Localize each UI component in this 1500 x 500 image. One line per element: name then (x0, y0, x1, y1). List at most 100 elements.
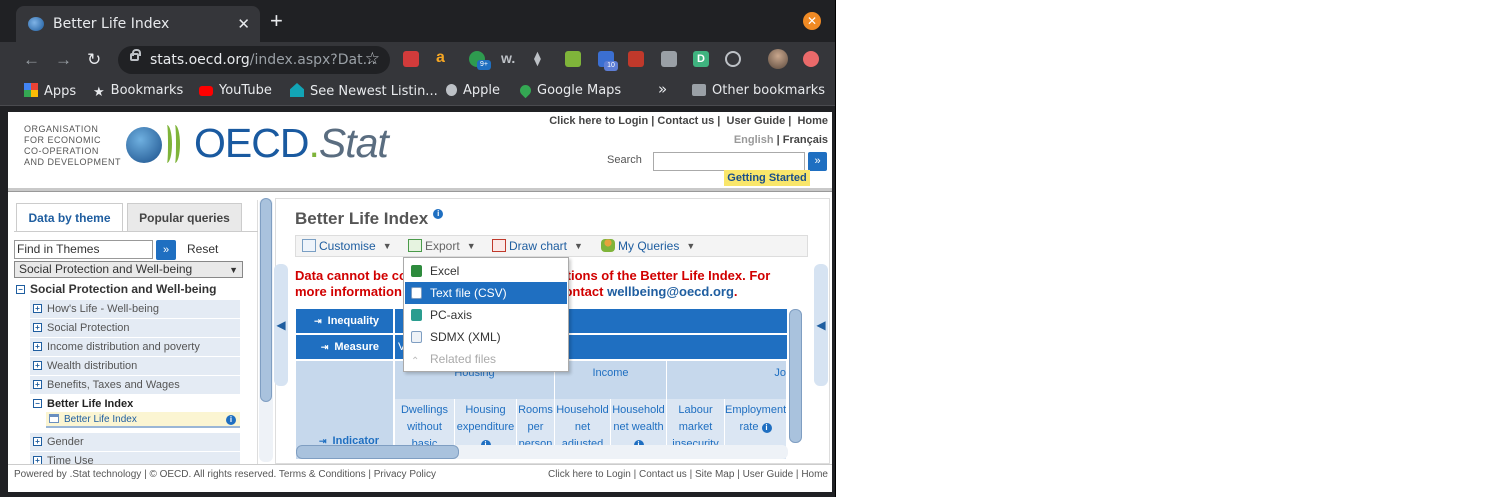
bookmark-star-icon[interactable]: ☆ (365, 49, 380, 69)
forward-icon[interactable]: → (55, 50, 72, 70)
tree-item[interactable]: + Social Protection (30, 319, 240, 337)
export-sdmx[interactable]: SDMX (XML) (405, 326, 567, 348)
tab-data-by-theme[interactable]: Data by theme (16, 203, 123, 232)
getting-started-button[interactable]: Getting Started (724, 170, 810, 186)
search-button[interactable]: » (808, 152, 827, 171)
back-icon[interactable]: ← (23, 50, 40, 70)
footer-left[interactable]: Powered by .Stat technology | © OECD. Al… (14, 465, 436, 485)
bookmark-other[interactable]: Other bookmarks (692, 83, 825, 98)
expand-icon[interactable]: + (33, 361, 42, 370)
tree-item[interactable]: + Benefits, Taxes and Wages (30, 376, 240, 394)
collapse-left-icon[interactable]: ◀ (274, 264, 288, 386)
category-jobs[interactable]: Jo (667, 361, 787, 399)
bookmark-apple[interactable]: Apple (446, 83, 500, 98)
expand-icon[interactable]: + (33, 323, 42, 332)
customise-menu[interactable]: Customise ▼ (302, 239, 392, 253)
youtube-icon (199, 86, 213, 96)
evernote-icon[interactable] (565, 51, 581, 67)
dropbox-icon[interactable]: ⧫ (534, 51, 550, 67)
bookmark-apps[interactable]: Apps (24, 83, 76, 99)
address-bar[interactable]: stats.oecd.org/index.aspx?Dat... ☆ (118, 46, 390, 74)
export-menu[interactable]: Export ▼ (408, 239, 476, 253)
fan-icon[interactable] (661, 51, 677, 67)
scrollbar-thumb[interactable] (789, 309, 802, 443)
checkmark-icon[interactable] (725, 51, 741, 67)
d-extension-icon[interactable]: D (693, 51, 709, 67)
tree-item[interactable]: + Income distribution and poverty (30, 338, 240, 356)
user-guide-link[interactable]: User Guide (727, 115, 786, 127)
grid-horizontal-scrollbar[interactable] (296, 445, 788, 459)
export-pc-axis[interactable]: PC-axis (405, 304, 567, 326)
table-icon (49, 414, 59, 423)
bookmark-bookmarks[interactable]: ★ Bookmarks (93, 83, 183, 100)
update-icon[interactable] (803, 51, 819, 67)
export-excel[interactable]: Excel (405, 260, 567, 282)
search-input[interactable] (653, 152, 805, 171)
tab-strip: Better Life Index ✕ + ✕ (0, 0, 835, 42)
draw-chart-menu[interactable]: Draw chart ▼ (492, 239, 583, 253)
grid-vertical-scrollbar[interactable] (789, 309, 802, 443)
page-footer: Powered by .Stat technology | © OECD. Al… (8, 464, 832, 484)
reload-icon[interactable]: ↻ (87, 50, 101, 70)
find-in-themes-input[interactable]: Find in Themes (14, 240, 153, 259)
bookmarks-overflow-icon[interactable]: » (658, 80, 667, 98)
info-icon[interactable]: i (433, 209, 444, 219)
browser-tab[interactable]: Better Life Index ✕ (16, 6, 260, 42)
tab-close-icon[interactable]: ✕ (237, 15, 250, 33)
tree-item[interactable]: + Gender (30, 433, 240, 451)
profile-avatar[interactable] (768, 49, 788, 69)
collapse-right-icon[interactable]: ◀ (814, 264, 828, 386)
oecd-stat-logo[interactable]: OECD.Stat (194, 120, 389, 167)
bookmark-youtube[interactable]: YouTube (199, 83, 272, 98)
lang-english[interactable]: English (734, 134, 774, 146)
amazon-icon[interactable]: a (436, 50, 452, 67)
expand-icon[interactable]: + (33, 437, 42, 446)
map-pin-icon (517, 82, 534, 99)
user-icon (601, 239, 615, 252)
lang-french[interactable]: Français (783, 134, 828, 146)
pc-axis-icon (411, 309, 422, 321)
new-tab-button[interactable]: + (270, 10, 283, 32)
find-button[interactable]: » (156, 240, 176, 260)
reset-button[interactable]: Reset (187, 242, 218, 256)
theme-select[interactable]: Social Protection and Well-being ▼ (14, 261, 243, 278)
info-icon[interactable]: i (761, 423, 772, 433)
expand-icon[interactable]: + (33, 342, 42, 351)
dimension-measure[interactable]: ⇥ Measure (296, 335, 393, 359)
gift-icon[interactable] (628, 51, 644, 67)
home-link[interactable]: Home (797, 115, 828, 127)
arrow-right-icon: ⇥ (320, 342, 329, 352)
tree-root[interactable]: − Social Protection and Well-being (16, 282, 216, 296)
dataset-better-life-index[interactable]: Better Life Index i (46, 412, 240, 428)
scrollbar-thumb[interactable] (296, 445, 459, 459)
scrollbar-thumb[interactable] (260, 198, 272, 402)
tab-popular-queries[interactable]: Popular queries (127, 203, 242, 232)
login-link[interactable]: Click here to Login (549, 115, 648, 127)
theme-panel-scrollbar[interactable] (259, 198, 273, 462)
bookmark-google-maps[interactable]: Google Maps (517, 82, 621, 99)
export-csv[interactable]: Text file (CSV) (405, 282, 567, 304)
collapse-icon[interactable]: − (16, 285, 25, 294)
collapse-icon[interactable]: − (33, 399, 42, 408)
contact-link[interactable]: Contact us (657, 115, 714, 127)
word-extension-icon[interactable]: w. (501, 51, 517, 67)
tree-item[interactable]: + How's Life - Well-being (30, 300, 240, 318)
my-queries-menu[interactable]: My Queries ▼ (601, 239, 695, 253)
tree-item[interactable]: + Wealth distribution (30, 357, 240, 375)
dimension-inequality[interactable]: ⇥ Inequality (296, 309, 393, 333)
customise-icon (302, 239, 316, 252)
bookmark-listings[interactable]: See Newest Listin... (290, 83, 438, 99)
arrow-right-icon: ⇥ (314, 316, 322, 326)
url-text[interactable]: stats.oecd.org/index.aspx?Dat... (150, 52, 376, 68)
tree-item-better-life-index[interactable]: − Better Life Index (30, 395, 240, 413)
window-extension-icon[interactable]: ✕ (803, 12, 821, 30)
tab-title: Better Life Index (53, 16, 170, 32)
info-icon[interactable]: i (226, 415, 236, 425)
lastpass-icon[interactable] (403, 51, 419, 67)
expand-icon[interactable]: + (33, 380, 42, 389)
footer-right[interactable]: Click here to Login | Contact us | Site … (548, 465, 828, 485)
category-income[interactable]: Income (555, 361, 667, 399)
email-link[interactable]: wellbeing@oecd.org (607, 284, 734, 299)
apps-grid-icon (24, 83, 38, 97)
expand-icon[interactable]: + (33, 304, 42, 313)
